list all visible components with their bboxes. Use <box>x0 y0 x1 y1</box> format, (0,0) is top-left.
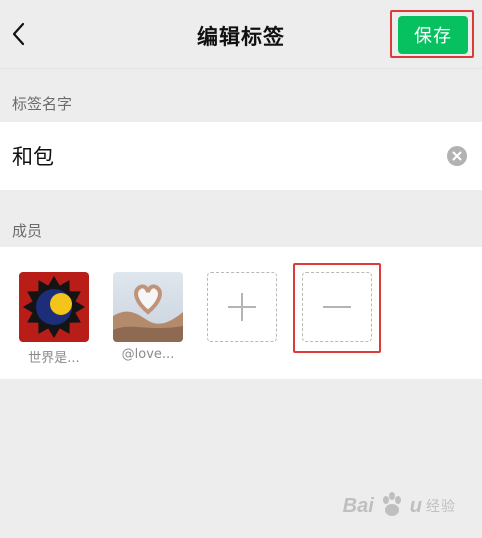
plus-icon <box>228 293 256 321</box>
clear-circle-icon[interactable] <box>447 146 467 166</box>
member-item[interactable]: 世界是... <box>9 272 99 366</box>
tag-name-row <box>0 122 482 190</box>
member-name: @love... <box>121 347 175 362</box>
watermark-brand-tail: u <box>409 494 422 517</box>
save-button[interactable]: 保存 <box>398 16 468 54</box>
watermark-subtitle: 经验 <box>426 499 456 515</box>
members-label: 成员 <box>12 222 43 240</box>
member-name: 世界是... <box>28 351 80 366</box>
minus-icon <box>323 306 351 308</box>
chevron-left-icon[interactable] <box>6 16 36 52</box>
remove-member-button[interactable] <box>302 272 372 342</box>
tag-name-label: 标签名字 <box>12 95 73 113</box>
paw-icon <box>382 492 401 516</box>
watermark-brand: Bai <box>342 494 374 517</box>
baidu-jingyan-watermark: Bai u 经验 <box>343 488 456 524</box>
members-grid: 世界是... @love... <box>0 247 482 379</box>
tag-name-input[interactable] <box>12 140 432 172</box>
member-item[interactable]: @love... <box>103 272 193 362</box>
sun-avatar <box>19 272 89 342</box>
add-member-button[interactable] <box>207 272 277 342</box>
heart-hands-photo-avatar <box>113 272 183 342</box>
